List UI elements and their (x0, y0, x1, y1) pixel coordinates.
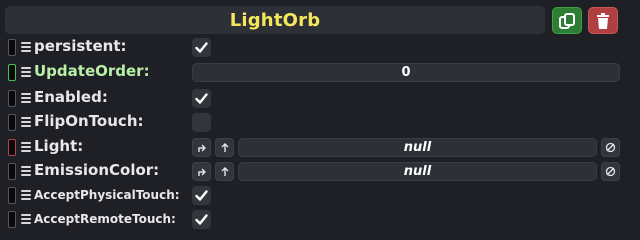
field-row-enabled: Enabled: (0, 87, 640, 109)
field-label: EmissionColor: (34, 161, 160, 179)
open-parent-button[interactable] (215, 138, 234, 157)
field-label: AcceptRemoteTouch: (34, 212, 176, 226)
light-reference-field[interactable]: null (238, 138, 597, 157)
persistent-checkbox[interactable] (192, 38, 211, 57)
drag-handle-icon[interactable] (21, 190, 31, 201)
drag-handle-icon[interactable] (21, 67, 31, 78)
drag-handle-icon[interactable] (21, 93, 31, 104)
checkmark-icon (195, 93, 208, 104)
drag-handle-icon[interactable] (21, 117, 31, 128)
null-clear-icon (605, 142, 616, 153)
field-label: Enabled: (34, 88, 108, 106)
clear-reference-button[interactable] (601, 162, 620, 181)
field-row-persistent: persistent: (0, 36, 640, 58)
jump-to-button[interactable] (192, 138, 211, 157)
arrow-up-icon (221, 166, 228, 176)
field-handle[interactable] (8, 90, 16, 107)
accept-remote-touch-checkbox[interactable] (192, 210, 211, 229)
arrow-up-icon (221, 142, 228, 152)
update-order-input[interactable]: 0 (192, 63, 620, 82)
checkmark-icon (195, 190, 208, 201)
jump-to-icon (197, 168, 206, 176)
clear-reference-button[interactable] (601, 138, 620, 157)
duplicate-icon (559, 12, 575, 29)
field-handle[interactable] (8, 187, 16, 204)
enabled-checkbox[interactable] (192, 89, 211, 108)
component-title: LightOrb (229, 9, 321, 31)
field-row-emission-color: EmissionColor: null (0, 160, 640, 182)
drag-handle-icon[interactable] (21, 42, 31, 53)
null-clear-icon (605, 166, 616, 177)
field-row-accept-remote-touch: AcceptRemoteTouch: (0, 208, 640, 230)
jump-to-button[interactable] (192, 162, 211, 181)
field-handle[interactable] (8, 163, 16, 180)
checkmark-icon (195, 214, 208, 225)
field-row-flip-on-touch: FlipOnTouch: (0, 111, 640, 133)
flip-on-touch-checkbox[interactable] (192, 113, 211, 132)
component-header: LightOrb (5, 6, 545, 34)
field-handle[interactable] (8, 64, 16, 81)
jump-to-icon (197, 144, 206, 152)
field-label: AcceptPhysicalTouch: (34, 188, 180, 202)
field-handle[interactable] (8, 39, 16, 56)
trash-icon (597, 12, 609, 29)
accept-physical-touch-checkbox[interactable] (192, 186, 211, 205)
drag-handle-icon[interactable] (21, 214, 31, 225)
field-handle[interactable] (8, 139, 16, 156)
checkmark-icon (195, 42, 208, 53)
field-row-accept-physical-touch: AcceptPhysicalTouch: (0, 184, 640, 206)
emission-color-reference-field[interactable]: null (238, 162, 597, 181)
drag-handle-icon[interactable] (21, 142, 31, 153)
field-row-light: Light: null (0, 136, 640, 158)
field-label: FlipOnTouch: (34, 112, 144, 130)
delete-button[interactable] (588, 7, 618, 34)
field-handle[interactable] (8, 114, 16, 131)
field-label: persistent: (34, 37, 127, 55)
field-row-update-order: UpdateOrder: 0 (0, 61, 640, 83)
field-label: Light: (34, 137, 84, 155)
drag-handle-icon[interactable] (21, 166, 31, 177)
duplicate-button[interactable] (552, 7, 582, 34)
field-handle[interactable] (8, 211, 16, 228)
field-label: UpdateOrder: (34, 62, 150, 80)
open-parent-button[interactable] (215, 162, 234, 181)
